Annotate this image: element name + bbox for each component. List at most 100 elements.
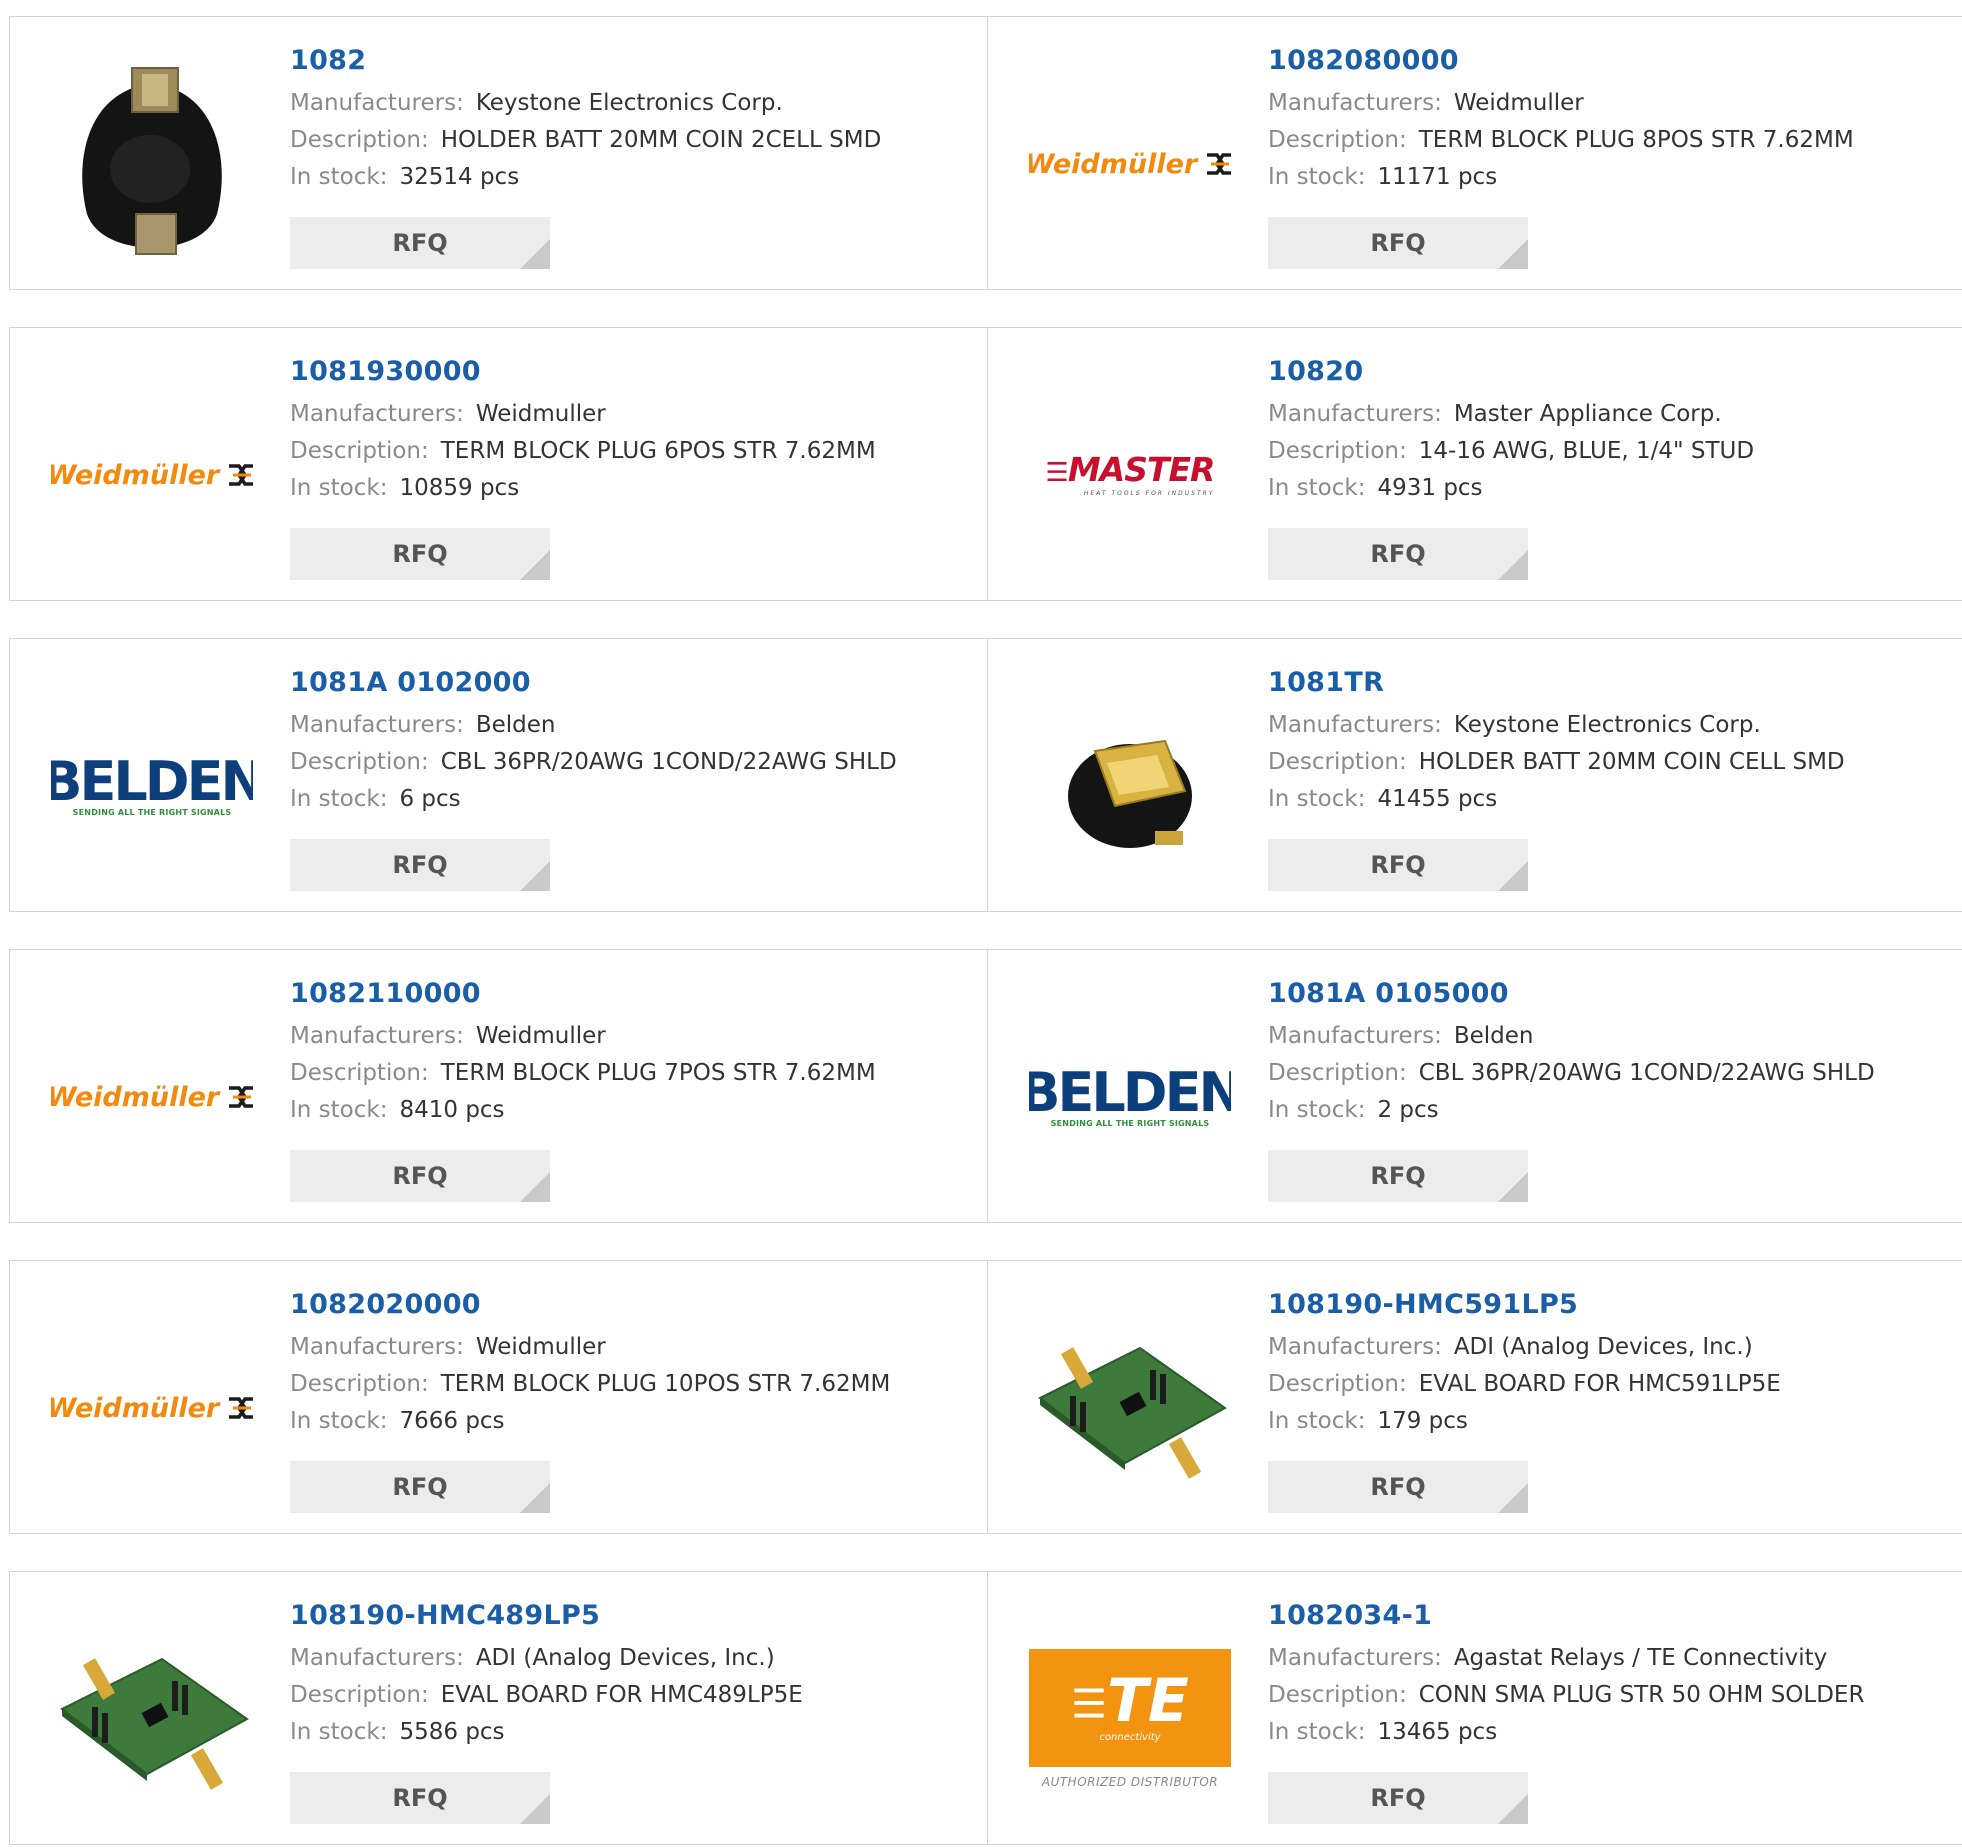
- part-number-link[interactable]: 1081TR: [1268, 663, 1845, 707]
- description-label: Description:: [290, 749, 429, 775]
- stock-label: In stock:: [290, 1097, 388, 1123]
- product-image[interactable]: BELDEN SENDING ALL THE RIGHT SIGNALS: [51, 685, 253, 887]
- product-image[interactable]: Weidmüller: [51, 996, 253, 1198]
- product-card: BELDEN SENDING ALL THE RIGHT SIGNALS 108…: [987, 949, 1962, 1223]
- product-image[interactable]: Weidmüller: [51, 1307, 253, 1509]
- manufacturer-line: Manufacturers: Weidmuller: [290, 1329, 890, 1366]
- stock-value: 11171 pcs: [1377, 164, 1498, 190]
- manufacturer-label: Manufacturers:: [1268, 712, 1442, 738]
- stock-label: In stock:: [1268, 1408, 1366, 1434]
- rfq-corner-decoration: [1498, 1794, 1528, 1824]
- product-card: ☰TE connectivity AUTHORIZED DISTRIBUTOR …: [987, 1571, 1962, 1845]
- description-value: HOLDER BATT 20MM COIN CELL SMD: [1418, 749, 1845, 775]
- stock-line: In stock: 32514 pcs: [290, 159, 881, 196]
- part-number-link[interactable]: 1082020000: [290, 1285, 890, 1329]
- rfq-corner-decoration: [520, 239, 550, 269]
- description-value: CONN SMA PLUG STR 50 OHM SOLDER: [1418, 1682, 1865, 1708]
- rfq-label: RFQ: [1370, 851, 1426, 879]
- rfq-button[interactable]: RFQ: [1268, 1772, 1528, 1824]
- product-image[interactable]: ☰TE connectivity AUTHORIZED DISTRIBUTOR: [1029, 1618, 1231, 1820]
- rfq-corner-decoration: [1498, 1172, 1528, 1202]
- part-number-link[interactable]: 108190-HMC591LP5: [1268, 1285, 1781, 1329]
- description-line: Description: HOLDER BATT 20MM COIN CELL S…: [1268, 744, 1845, 781]
- manufacturer-line: Manufacturers: Master Appliance Corp.: [1268, 396, 1754, 433]
- product-image[interactable]: [1029, 1307, 1231, 1509]
- rfq-button[interactable]: RFQ: [1268, 217, 1528, 269]
- rfq-button[interactable]: RFQ: [290, 1461, 550, 1513]
- description-line: Description: HOLDER BATT 20MM COIN 2CELL …: [290, 122, 881, 159]
- rfq-corner-decoration: [520, 1172, 550, 1202]
- product-image[interactable]: [51, 1618, 253, 1820]
- description-label: Description:: [1268, 749, 1407, 775]
- product-card: Weidmüller 1082020000 Manufacturers: Weid…: [9, 1260, 988, 1534]
- product-image[interactable]: [1029, 685, 1231, 887]
- description-label: Description:: [290, 1371, 429, 1397]
- description-line: Description: TERM BLOCK PLUG 6POS STR 7.6…: [290, 433, 876, 470]
- rfq-button[interactable]: RFQ: [290, 1772, 550, 1824]
- part-number-link[interactable]: 1081A 0105000: [1268, 974, 1875, 1018]
- rfq-button[interactable]: RFQ: [1268, 528, 1528, 580]
- rfq-label: RFQ: [1370, 540, 1426, 568]
- stock-line: In stock: 6 pcs: [290, 781, 897, 818]
- product-card: Weidmüller 1082080000 Manufacturers: Weid…: [987, 16, 1962, 290]
- rfq-button[interactable]: RFQ: [290, 839, 550, 891]
- rfq-button[interactable]: RFQ: [290, 217, 550, 269]
- manufacturer-line: Manufacturers: ADI (Analog Devices, Inc.): [1268, 1329, 1781, 1366]
- manufacturer-line: Manufacturers: Agastat Relays / TE Connec…: [1268, 1640, 1864, 1677]
- part-number-link[interactable]: 1082034-1: [1268, 1596, 1864, 1640]
- manufacturer-label: Manufacturers:: [290, 90, 464, 116]
- product-image[interactable]: BELDEN SENDING ALL THE RIGHT SIGNALS: [1029, 996, 1231, 1198]
- product-image[interactable]: Weidmüller: [51, 374, 253, 576]
- stock-line: In stock: 179 pcs: [1268, 1403, 1781, 1440]
- part-number-link[interactable]: 10820: [1268, 352, 1754, 396]
- weidmuller-logo: Weidmüller: [51, 460, 253, 491]
- rfq-corner-decoration: [520, 1483, 550, 1513]
- manufacturer-label: Manufacturers:: [290, 1023, 464, 1049]
- product-image[interactable]: ☰MASTER HEAT TOOLS FOR INDUSTRY: [1029, 374, 1231, 576]
- stock-value: 4931 pcs: [1377, 475, 1483, 501]
- manufacturer-value: ADI (Analog Devices, Inc.): [475, 1645, 775, 1671]
- part-number-link[interactable]: 1082080000: [1268, 41, 1854, 85]
- stock-line: In stock: 41455 pcs: [1268, 781, 1845, 818]
- rfq-button[interactable]: RFQ: [1268, 1150, 1528, 1202]
- manufacturer-value: Weidmuller: [1453, 90, 1584, 116]
- stock-value: 2 pcs: [1377, 1097, 1439, 1123]
- rfq-label: RFQ: [1370, 1162, 1426, 1190]
- part-number-link[interactable]: 1082: [290, 41, 881, 85]
- rfq-corner-decoration: [520, 861, 550, 891]
- rfq-button[interactable]: RFQ: [1268, 839, 1528, 891]
- eval-board-icon: [60, 1657, 249, 1790]
- description-label: Description:: [1268, 1371, 1407, 1397]
- stock-label: In stock:: [290, 1408, 388, 1434]
- part-number-link[interactable]: 108190-HMC489LP5: [290, 1596, 803, 1640]
- description-line: Description: TERM BLOCK PLUG 7POS STR 7.6…: [290, 1055, 876, 1092]
- manufacturer-line: Manufacturers: Keystone Electronics Corp.: [290, 85, 881, 122]
- stock-value: 8410 pcs: [399, 1097, 505, 1123]
- rfq-corner-decoration: [520, 550, 550, 580]
- stock-line: In stock: 5586 pcs: [290, 1714, 803, 1751]
- stock-label: In stock:: [290, 1719, 388, 1745]
- manufacturer-label: Manufacturers:: [1268, 1023, 1442, 1049]
- stock-line: In stock: 13465 pcs: [1268, 1714, 1864, 1751]
- rfq-button[interactable]: RFQ: [290, 1150, 550, 1202]
- rfq-button[interactable]: RFQ: [1268, 1461, 1528, 1513]
- product-image[interactable]: [51, 63, 253, 265]
- manufacturer-line: Manufacturers: Weidmuller: [290, 396, 876, 433]
- manufacturer-value: Belden: [475, 712, 556, 738]
- description-line: Description: CBL 36PR/20AWG 1COND/22AWG S…: [290, 744, 897, 781]
- product-card: 108190-HMC489LP5 Manufacturers: ADI (Anal…: [9, 1571, 988, 1845]
- rfq-corner-decoration: [1498, 239, 1528, 269]
- manufacturer-value: Keystone Electronics Corp.: [1453, 712, 1761, 738]
- part-number-link[interactable]: 1081A 0102000: [290, 663, 897, 707]
- part-number-link[interactable]: 1082110000: [290, 974, 876, 1018]
- description-line: Description: TERM BLOCK PLUG 8POS STR 7.6…: [1268, 122, 1854, 159]
- rfq-button[interactable]: RFQ: [290, 528, 550, 580]
- part-number-link[interactable]: 1081930000: [290, 352, 876, 396]
- description-value: EVAL BOARD FOR HMC489LP5E: [440, 1682, 803, 1708]
- stock-line: In stock: 4931 pcs: [1268, 470, 1754, 507]
- product-info: 1081TR Manufacturers: Keystone Electronic…: [1268, 663, 1845, 818]
- product-image[interactable]: Weidmüller: [1029, 63, 1231, 265]
- stock-line: In stock: 8410 pcs: [290, 1092, 876, 1129]
- manufacturer-value: Weidmuller: [475, 1023, 606, 1049]
- description-value: TERM BLOCK PLUG 7POS STR 7.62MM: [440, 1060, 876, 1086]
